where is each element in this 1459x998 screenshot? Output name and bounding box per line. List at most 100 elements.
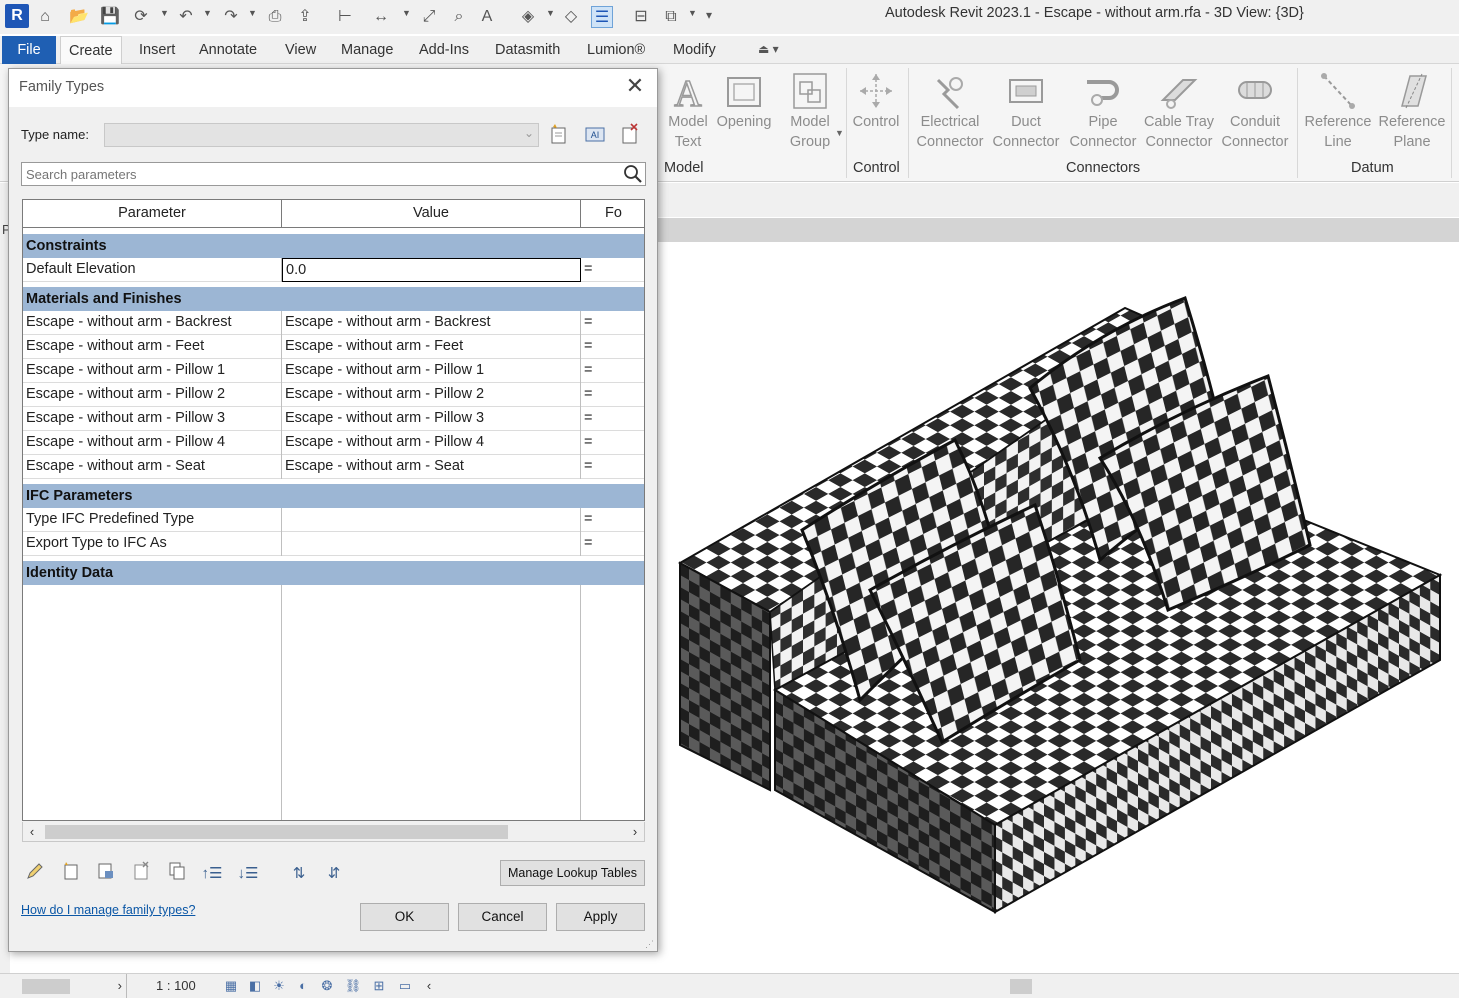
tab-modify[interactable]: Modify [665, 36, 724, 64]
table-horizontal-scrollbar[interactable]: ‹ › [22, 822, 645, 842]
new-type-icon[interactable] [546, 123, 572, 149]
tab-manage[interactable]: Manage [333, 36, 401, 64]
group-header-identity[interactable]: Identity Data [23, 561, 644, 585]
close-hidden-icon[interactable]: ⊟ [630, 6, 652, 28]
tab-file[interactable]: File [2, 36, 56, 64]
column-header-value[interactable]: Value [282, 200, 581, 228]
tab-create[interactable]: Create [60, 36, 122, 64]
sync-dropdown-icon[interactable]: ▼ [160, 8, 169, 18]
dimension-dropdown-icon[interactable]: ▼ [402, 8, 411, 18]
aligned-dimension-icon[interactable]: ⤢ [418, 6, 440, 28]
scroll-right-icon[interactable]: › [118, 978, 122, 993]
render-icon[interactable]: ❂ [318, 978, 336, 994]
tab-view[interactable]: View [277, 36, 324, 64]
open-icon[interactable]: 📂 [68, 6, 90, 28]
model-group-button[interactable]: Model Group [784, 64, 836, 164]
reference-line-button[interactable]: Reference Line [1302, 64, 1374, 164]
opening-button[interactable]: Opening [712, 64, 776, 164]
param-formula[interactable]: = [581, 532, 644, 556]
new-parameter-icon[interactable] [58, 861, 84, 887]
sofa-model-3d[interactable] [658, 242, 1459, 974]
help-link[interactable]: How do I manage family types? [21, 903, 195, 917]
group-header-constraints[interactable]: Constraints [23, 234, 644, 258]
move-up-icon[interactable]: ↑☰ [199, 861, 225, 887]
cancel-button[interactable]: Cancel [458, 903, 547, 931]
visual-style-icon[interactable]: ◧ [246, 978, 264, 994]
param-value-input[interactable]: 0.0 [282, 258, 581, 282]
param-value[interactable]: Escape - without arm - Pillow 1 [282, 359, 581, 383]
param-value[interactable] [282, 532, 581, 556]
rename-type-icon[interactable]: AI [582, 123, 608, 149]
param-formula[interactable]: = [581, 311, 644, 335]
detail-level-icon[interactable]: ▦ [222, 978, 240, 994]
param-value[interactable]: Escape - without arm - Feet [282, 335, 581, 359]
table-row[interactable]: Escape - without arm - Pillow 1 Escape -… [23, 359, 644, 383]
print-icon[interactable]: ⎙ [264, 6, 286, 28]
table-scroll-thumb[interactable] [45, 825, 508, 839]
browser-scrollbar[interactable]: › [4, 978, 122, 995]
view-scroll-thumb[interactable] [1010, 979, 1032, 994]
dialog-titlebar[interactable]: Family Types ✕ [9, 69, 657, 107]
param-value[interactable]: Escape - without arm - Backrest [282, 311, 581, 335]
model-group-dropdown-icon[interactable]: ▼ [835, 128, 844, 138]
home-icon[interactable]: ⌂ [34, 6, 56, 28]
text-icon[interactable]: A [476, 6, 498, 28]
table-row[interactable]: Escape - without arm - Seat Escape - wit… [23, 455, 644, 479]
model-text-button[interactable]: A Model Text [662, 64, 714, 164]
param-value[interactable]: Escape - without arm - Pillow 4 [282, 431, 581, 455]
table-row[interactable]: Escape - without arm - Pillow 3 Escape -… [23, 407, 644, 431]
resize-grip-icon[interactable]: ⋰ [645, 939, 655, 949]
table-row[interactable]: Export Type to IFC As = [23, 532, 644, 556]
delete-type-icon[interactable] [617, 123, 643, 149]
tab-lumion[interactable]: Lumion® [579, 36, 653, 64]
thin-lines-icon[interactable]: ☰ [591, 6, 613, 28]
column-header-parameter[interactable]: Parameter [23, 200, 282, 228]
ok-button[interactable]: OK [360, 903, 449, 931]
section-icon[interactable]: ◇ [560, 6, 582, 28]
delete-parameter-icon[interactable] [129, 861, 155, 887]
copy-parameter-icon[interactable] [164, 861, 190, 887]
table-row[interactable]: Escape - without arm - Feet Escape - wit… [23, 335, 644, 359]
param-formula[interactable]: = [581, 431, 644, 455]
duct-connector-button[interactable]: Duct Connector [989, 64, 1063, 164]
sort-ascending-icon[interactable]: ⇅ [286, 861, 312, 887]
search-input[interactable] [22, 163, 620, 185]
ribbon-display-options-icon[interactable]: ⏏ ▾ [758, 42, 779, 56]
table-row[interactable]: Default Elevation 0.0 = [23, 258, 644, 282]
param-formula[interactable]: = [581, 407, 644, 431]
view-horizontal-scrollbar[interactable] [440, 978, 1455, 995]
param-value[interactable]: Escape - without arm - Pillow 3 [282, 407, 581, 431]
move-down-icon[interactable]: ↓☰ [235, 861, 261, 887]
shadows-icon[interactable]: ◐ [294, 978, 312, 994]
param-value[interactable]: Escape - without arm - Seat [282, 455, 581, 479]
temporary-hide-icon[interactable]: ▭ [396, 978, 414, 994]
table-row[interactable]: Type IFC Predefined Type = [23, 508, 644, 532]
sort-descending-icon[interactable]: ⇵ [321, 861, 347, 887]
close-icon[interactable]: ✕ [623, 75, 647, 99]
param-value[interactable] [282, 508, 581, 532]
search-icon[interactable] [623, 164, 643, 184]
scroll-right-icon[interactable]: › [626, 822, 644, 842]
control-button[interactable]: Control [850, 64, 902, 164]
tab-insert[interactable]: Insert [131, 36, 183, 64]
tab-annotate[interactable]: Annotate [191, 36, 265, 64]
undo-icon[interactable]: ↶ [175, 6, 197, 28]
switch-windows-dropdown-icon[interactable]: ▼ [688, 8, 697, 18]
modify-parameter-icon[interactable] [93, 861, 119, 887]
param-formula[interactable]: = [581, 455, 644, 479]
param-formula[interactable]: = [581, 258, 644, 282]
conduit-connector-button[interactable]: Conduit Connector [1218, 64, 1292, 164]
reference-plane-button[interactable]: Reference Plane [1376, 64, 1448, 164]
param-formula[interactable]: = [581, 383, 644, 407]
save-icon[interactable]: 💾 [99, 6, 121, 28]
view-scale[interactable]: 1 : 100 [156, 978, 196, 993]
pipe-connector-button[interactable]: Pipe Connector [1065, 64, 1141, 164]
scroll-left-icon[interactable]: ‹ [23, 822, 41, 842]
browser-scroll-thumb[interactable] [22, 979, 70, 994]
revit-logo-icon[interactable]: R [5, 4, 29, 28]
measure-icon[interactable]: ⊢ [334, 6, 356, 28]
edit-parameter-icon[interactable] [22, 861, 48, 887]
3d-view-dropdown-icon[interactable]: ▼ [546, 8, 555, 18]
tab-add-ins[interactable]: Add-Ins [411, 36, 477, 64]
show-crop-icon[interactable]: ⊞ [370, 978, 388, 994]
